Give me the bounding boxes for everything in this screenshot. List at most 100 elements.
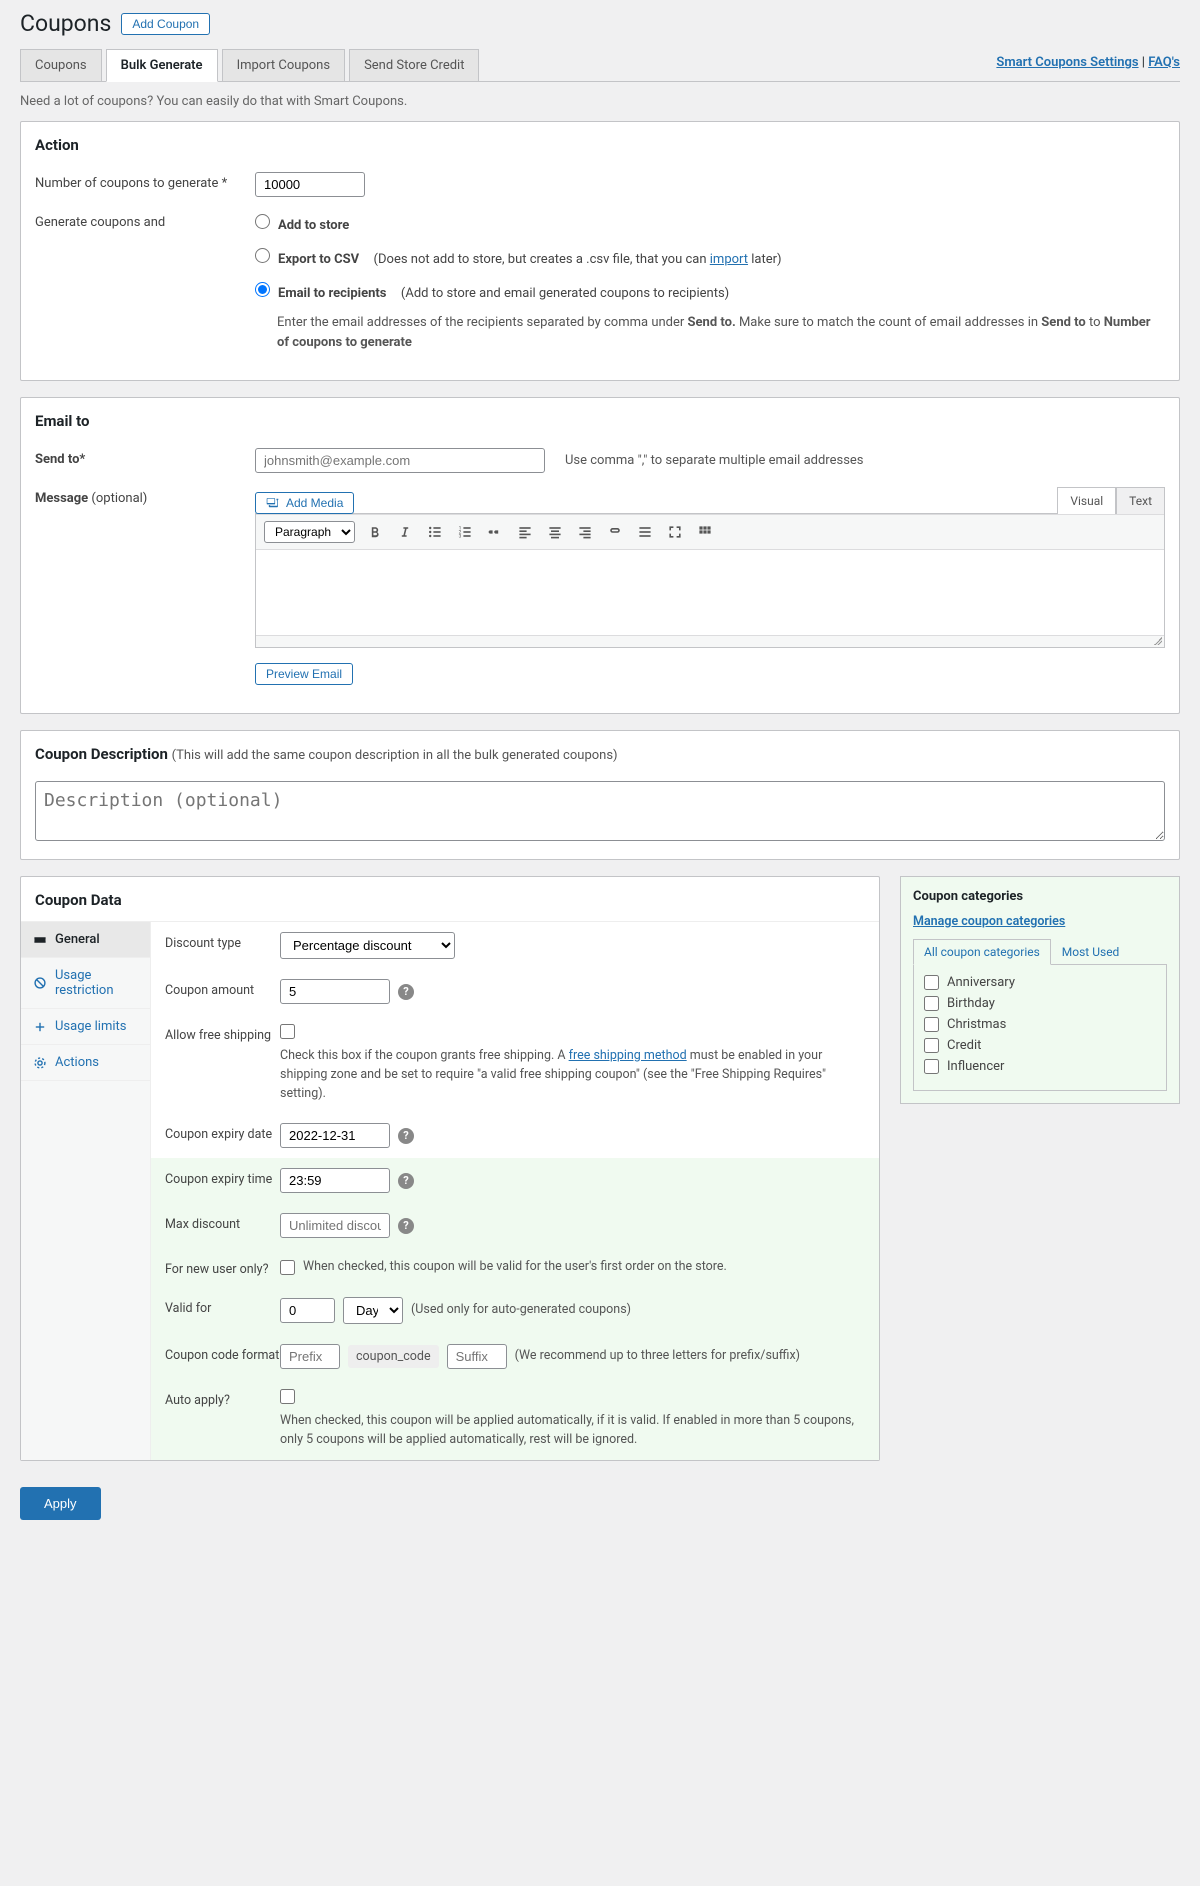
coupon-amount-label: Coupon amount: [165, 979, 280, 998]
preview-email-button[interactable]: Preview Email: [255, 663, 353, 685]
code-format-label: Coupon code format: [165, 1344, 280, 1363]
free-shipping-checkbox[interactable]: [280, 1024, 295, 1039]
media-icon: [266, 496, 280, 510]
max-discount-label: Max discount: [165, 1213, 280, 1232]
ul-icon[interactable]: [425, 522, 445, 542]
generate-and-label: Generate coupons and: [35, 211, 255, 230]
editor-tab-visual[interactable]: Visual: [1057, 487, 1116, 514]
gear-icon: [33, 1056, 47, 1070]
cat-item-credit: Credit: [924, 1038, 1156, 1053]
sendto-label: Send to*: [35, 448, 255, 467]
cat-item-birthday: Birthday: [924, 996, 1156, 1011]
suffix-input[interactable]: [447, 1344, 507, 1369]
help-icon[interactable]: ?: [398, 1218, 414, 1234]
editor-body[interactable]: [256, 550, 1164, 635]
coupon-data-tabs: General Usage restriction Usage limits A…: [21, 922, 151, 1460]
expiry-date-label: Coupon expiry date: [165, 1123, 280, 1142]
discount-type-select[interactable]: Percentage discount: [280, 932, 455, 959]
tab-import-coupons[interactable]: Import Coupons: [222, 49, 346, 81]
max-discount-input[interactable]: [280, 1213, 390, 1238]
tab-coupons[interactable]: Coupons: [20, 49, 102, 81]
add-coupon-button[interactable]: Add Coupon: [121, 13, 210, 35]
page-title: Coupons: [20, 10, 111, 37]
add-media-button[interactable]: Add Media: [255, 492, 354, 514]
smart-coupons-settings-link[interactable]: Smart Coupons Settings: [996, 55, 1138, 70]
toolbar-toggle-icon[interactable]: [695, 522, 715, 542]
link-icon[interactable]: [605, 522, 625, 542]
new-user-desc: When checked, this coupon will be valid …: [303, 1258, 727, 1277]
svg-text:3: 3: [459, 534, 462, 540]
email-description: Enter the email addresses of the recipie…: [277, 313, 1165, 352]
valid-for-input[interactable]: [280, 1298, 335, 1323]
radio-email-recipients-label: Email to recipients: [278, 286, 386, 301]
tab-actions[interactable]: Actions: [21, 1045, 150, 1081]
cat-item-christmas: Christmas: [924, 1017, 1156, 1032]
new-user-label: For new user only?: [165, 1258, 280, 1277]
num-coupons-input[interactable]: [255, 172, 365, 197]
email-hint: (Add to store and email generated coupon…: [394, 286, 729, 301]
radio-export-csv-label: Export to CSV: [278, 252, 359, 267]
align-right-icon[interactable]: [575, 522, 595, 542]
cat-tab-all[interactable]: All coupon categories: [913, 939, 1051, 965]
tab-usage-limits[interactable]: Usage limits: [21, 1009, 150, 1045]
description-textarea[interactable]: [35, 781, 1165, 841]
expiry-date-input[interactable]: [280, 1123, 390, 1148]
help-icon[interactable]: ?: [398, 1173, 414, 1189]
block-icon: [33, 976, 47, 990]
auto-apply-desc: When checked, this coupon will be applie…: [280, 1412, 865, 1450]
auto-apply-checkbox[interactable]: [280, 1389, 295, 1404]
quote-icon[interactable]: [485, 522, 505, 542]
cat-tab-most-used[interactable]: Most Used: [1051, 939, 1131, 965]
valid-for-unit-select[interactable]: Days: [343, 1297, 403, 1324]
tab-bulk-generate[interactable]: Bulk Generate: [106, 49, 218, 82]
ol-icon[interactable]: 123: [455, 522, 475, 542]
valid-for-label: Valid for: [165, 1297, 280, 1316]
limits-icon: [33, 1020, 47, 1034]
tab-usage-restriction[interactable]: Usage restriction: [21, 958, 150, 1009]
radio-export-csv[interactable]: [255, 248, 270, 263]
editor-tab-text[interactable]: Text: [1116, 487, 1165, 514]
expiry-time-input[interactable]: [280, 1168, 390, 1193]
manage-categories-link[interactable]: Manage coupon categories: [913, 914, 1167, 929]
prefix-input[interactable]: [280, 1344, 340, 1369]
radio-add-to-store[interactable]: [255, 214, 270, 229]
coupon-amount-input[interactable]: [280, 979, 390, 1004]
help-icon[interactable]: ?: [398, 984, 414, 1000]
radio-email-recipients[interactable]: [255, 282, 270, 297]
main-tabs: Coupons Bulk Generate Import Coupons Sen…: [20, 49, 1180, 82]
new-user-checkbox[interactable]: [280, 1260, 295, 1275]
cat-checkbox[interactable]: [924, 1038, 939, 1053]
coupon-categories-panel: Coupon categories Manage coupon categori…: [900, 876, 1180, 1104]
cat-checkbox[interactable]: [924, 996, 939, 1011]
fullscreen-icon[interactable]: [665, 522, 685, 542]
valid-for-hint: (Used only for auto-generated coupons): [411, 1301, 631, 1320]
cat-item-anniversary: Anniversary: [924, 975, 1156, 990]
align-left-icon[interactable]: [515, 522, 535, 542]
code-format-hint: (We recommend up to three letters for pr…: [515, 1347, 800, 1366]
sendto-hint: Use comma "," to separate multiple email…: [565, 453, 864, 468]
bold-icon[interactable]: [365, 522, 385, 542]
free-shipping-method-link[interactable]: free shipping method: [569, 1048, 687, 1063]
coupon-code-chip: coupon_code: [348, 1345, 439, 1368]
apply-button[interactable]: Apply: [20, 1487, 101, 1520]
message-editor: Paragraph 123: [255, 513, 1165, 648]
editor-resize-handle[interactable]: [256, 635, 1164, 647]
cat-checkbox[interactable]: [924, 975, 939, 990]
cat-checkbox[interactable]: [924, 1017, 939, 1032]
faq-link[interactable]: FAQ's: [1148, 55, 1180, 70]
auto-apply-label: Auto apply?: [165, 1389, 280, 1408]
insert-more-icon[interactable]: [635, 522, 655, 542]
help-icon[interactable]: ?: [398, 1128, 414, 1144]
align-center-icon[interactable]: [545, 522, 565, 542]
sendto-input[interactable]: [255, 448, 545, 473]
tab-general[interactable]: General: [21, 922, 150, 958]
email-to-panel: Email to Send to* Use comma "," to separ…: [20, 397, 1180, 714]
coupon-description-panel: Coupon Description (This will add the sa…: [20, 730, 1180, 860]
cat-checkbox[interactable]: [924, 1059, 939, 1074]
coupon-description-heading: Coupon Description (This will add the sa…: [35, 745, 1165, 763]
import-link[interactable]: import: [710, 252, 748, 267]
format-select[interactable]: Paragraph: [264, 521, 355, 543]
italic-icon[interactable]: [395, 522, 415, 542]
tab-send-store-credit[interactable]: Send Store Credit: [349, 49, 479, 81]
radio-add-to-store-label: Add to store: [278, 218, 349, 233]
